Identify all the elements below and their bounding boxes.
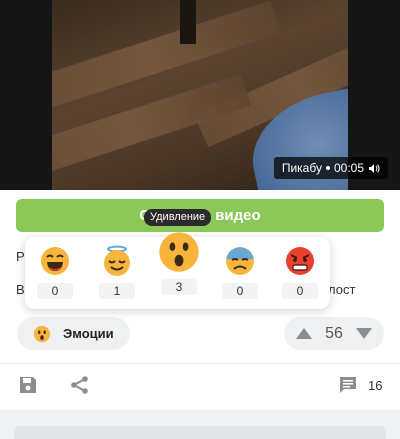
save-button[interactable]	[18, 375, 38, 395]
share-icon	[71, 376, 88, 394]
emotion-laughing[interactable]: 0	[35, 245, 75, 299]
comment-icon	[340, 377, 356, 393]
emotion-count: 3	[161, 279, 197, 295]
comments-button[interactable]: 16	[338, 375, 382, 395]
angel-emoji-icon	[104, 245, 130, 276]
surprised-emoji-icon	[159, 232, 199, 272]
upvote-icon[interactable]	[296, 328, 312, 339]
video-player[interactable]: Пикабу 00:05	[0, 0, 400, 190]
video-time: 00:05	[333, 161, 364, 175]
post-text-line: В	[16, 282, 25, 297]
laughing-emoji-icon	[41, 247, 69, 275]
save-icon	[20, 377, 36, 393]
video-info-badge: Пикабу 00:05	[273, 157, 388, 179]
post-page: Пикабу 00:05 Смотреть видео Р В лост Эмо…	[0, 0, 400, 439]
emotion-count: 0	[37, 283, 73, 299]
surprised-emoji-icon	[33, 325, 51, 342]
next-post-card[interactable]	[14, 426, 386, 439]
separator-dot	[325, 166, 330, 170]
emotion-tooltip: Удивление	[144, 209, 212, 226]
emotion-surprised[interactable]: 3	[158, 231, 200, 295]
emotion-count: 0	[282, 283, 318, 299]
emotions-label: Эмоции	[63, 326, 114, 341]
emotions-button[interactable]: Эмоции	[17, 317, 130, 350]
shadow	[180, 0, 196, 44]
emotion-count: 1	[99, 283, 135, 299]
comments-count: 16	[368, 377, 383, 393]
video-source: Пикабу	[281, 161, 322, 175]
emotion-angel[interactable]: 1	[97, 245, 137, 299]
emotions-popup: 0 1 3 0 0	[25, 232, 330, 309]
post-text-line: лост	[328, 282, 356, 297]
anxious-emoji-icon	[226, 247, 254, 275]
post-text-line: Р	[16, 249, 25, 264]
rating-value: 56	[325, 324, 343, 342]
volume-icon[interactable]	[368, 163, 380, 174]
share-button[interactable]	[70, 375, 90, 395]
divider	[0, 363, 400, 364]
emotion-angry[interactable]: 0	[280, 245, 320, 299]
rating-control: 56	[284, 317, 384, 350]
emotion-anxious[interactable]: 0	[220, 245, 260, 299]
emotion-count: 0	[222, 283, 258, 299]
angry-emoji-icon	[286, 247, 314, 275]
downvote-icon[interactable]	[355, 328, 372, 339]
